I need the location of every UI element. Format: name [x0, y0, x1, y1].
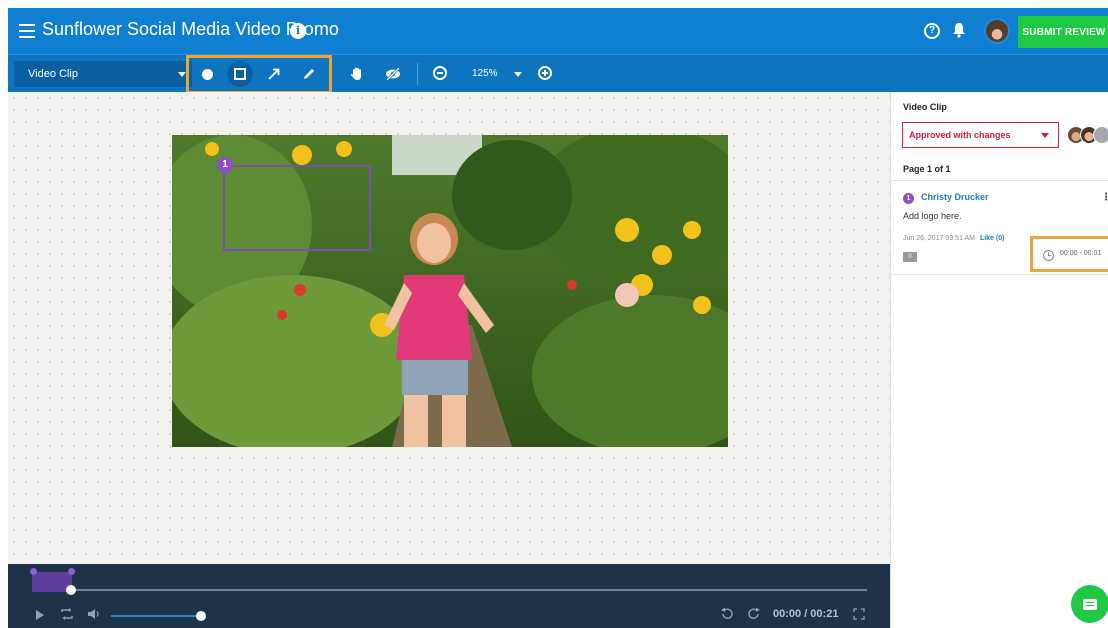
fullscreen-icon[interactable] — [853, 608, 865, 620]
timeline-playhead[interactable] — [66, 585, 76, 595]
annotation-rectangle[interactable] — [223, 165, 371, 251]
hide-annotations-icon[interactable] — [382, 63, 404, 85]
play-icon[interactable] — [36, 610, 44, 620]
review-status-value: Approved with changes — [909, 130, 1011, 140]
comment-author[interactable]: Christy Drucker — [921, 192, 989, 202]
zoom-level[interactable]: 125% — [472, 68, 498, 79]
help-icon[interactable]: ? — [924, 23, 940, 39]
comment-text: Add logo here. — [903, 211, 962, 221]
loop-icon[interactable] — [60, 608, 74, 620]
page-indicator: Page 1 of 1 — [903, 164, 951, 174]
video-player-controls: 00:00 / 00:21 — [8, 564, 890, 628]
comment-time-range-text: 00:00 - 00:01 — [1060, 250, 1102, 257]
comment-date: Jun 26, 2017 09:51 AM — [903, 235, 975, 242]
info-icon[interactable]: i — [290, 23, 306, 39]
reply-count-badge[interactable]: 0 — [903, 252, 917, 262]
chevron-down-icon — [178, 72, 186, 77]
pan-hand-icon[interactable] — [346, 63, 368, 85]
submit-review-button[interactable]: SUBMIT REVIEW — [1018, 16, 1108, 48]
review-canvas[interactable]: 1 — [8, 92, 890, 564]
volume-icon[interactable] — [87, 608, 101, 620]
comments-panel: Video Clip Approved with changes Page 1 … — [890, 92, 1108, 628]
annotation-toolbar: Video Clip 125% — [8, 54, 1108, 94]
range-start-handle[interactable] — [30, 568, 37, 575]
chat-icon — [1083, 598, 1097, 610]
volume-slider-track[interactable] — [111, 615, 201, 617]
more-reviewers-avatar[interactable] — [1093, 126, 1108, 144]
chat-button[interactable] — [1071, 585, 1108, 623]
toolbar-divider — [417, 63, 418, 85]
annotation-marker[interactable]: 1 — [217, 157, 233, 173]
forward-icon[interactable] — [747, 607, 761, 621]
like-link[interactable]: Like (0) — [980, 235, 1005, 242]
chevron-down-icon — [1041, 133, 1049, 138]
circle-tool-icon[interactable] — [196, 63, 218, 85]
more-options-icon[interactable]: ⋮ — [1101, 192, 1108, 203]
comment-number-badge: 1 — [903, 193, 914, 204]
rectangle-tool-icon[interactable] — [227, 61, 253, 87]
clock-icon — [1043, 250, 1054, 261]
video-frame[interactable]: 1 — [172, 135, 728, 447]
panel-divider — [891, 274, 1108, 275]
comment-time-range[interactable]: 00:00 - 00:01 — [1030, 236, 1108, 272]
range-end-handle[interactable] — [68, 568, 75, 575]
panel-asset-title: Video Clip — [903, 102, 947, 112]
bell-icon[interactable] — [952, 22, 966, 38]
comment-meta: Jun 26, 2017 09:51 AM Like (0) — [903, 235, 1004, 242]
user-avatar[interactable] — [984, 18, 1010, 44]
zoom-in-icon[interactable] — [538, 66, 552, 80]
zoom-out-icon[interactable] — [433, 66, 447, 80]
arrow-tool-icon[interactable] — [263, 63, 285, 85]
zoom-dropdown-icon[interactable] — [514, 72, 522, 77]
asset-selector[interactable]: Video Clip — [14, 61, 192, 87]
rewind-icon[interactable] — [720, 607, 734, 621]
volume-slider-thumb[interactable] — [196, 611, 206, 621]
playback-time: 00:00 / 00:21 — [773, 608, 839, 620]
pen-tool-icon[interactable] — [298, 63, 320, 85]
panel-divider — [891, 180, 1108, 181]
asset-selector-value: Video Clip — [28, 68, 78, 80]
app-header: Sunflower Social Media Video Promo i ? S… — [8, 8, 1108, 54]
hamburger-menu-icon[interactable] — [19, 24, 35, 38]
timeline-track[interactable] — [71, 589, 867, 591]
review-status-dropdown[interactable]: Approved with changes — [902, 122, 1059, 148]
